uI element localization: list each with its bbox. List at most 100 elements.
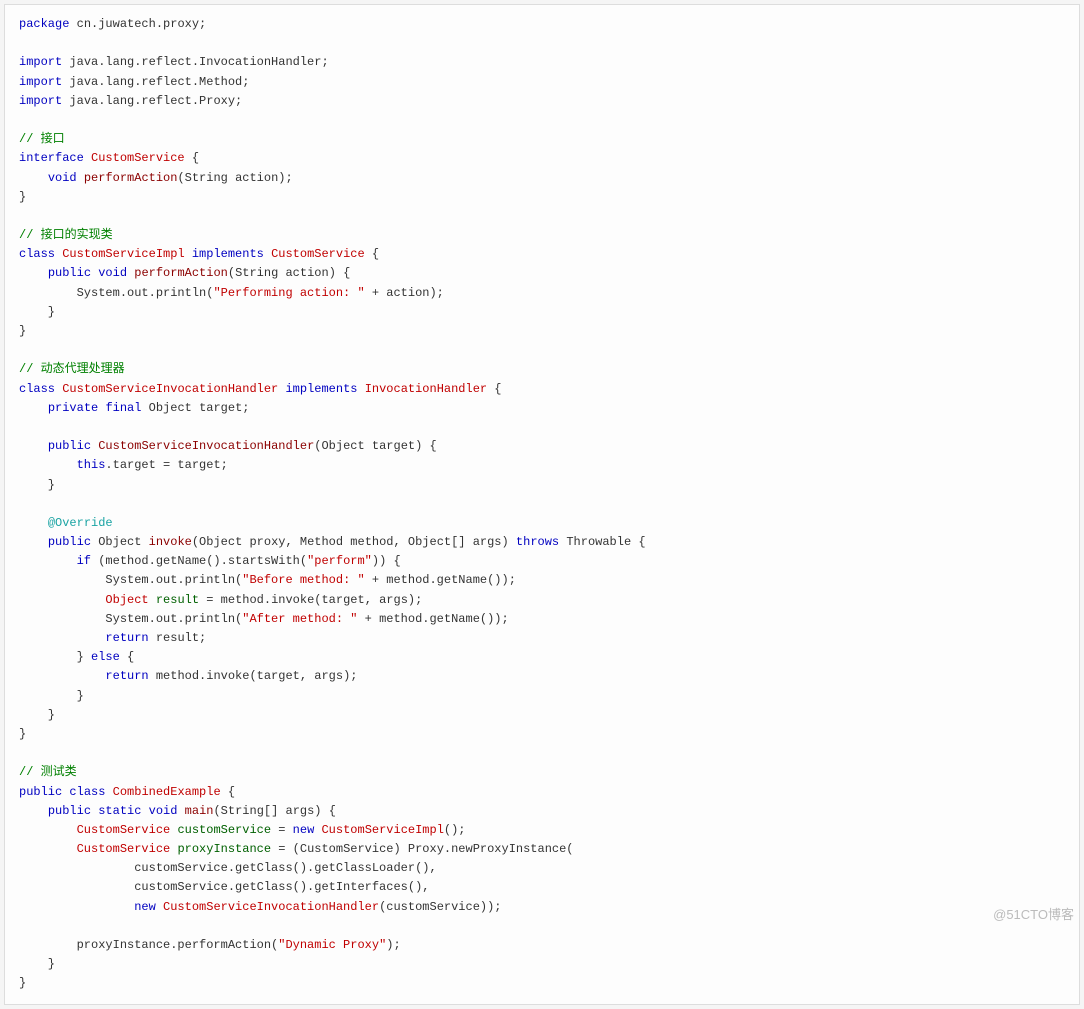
code-token: "perform" <box>307 554 372 568</box>
code-token: result; <box>149 631 207 645</box>
code-token <box>19 266 48 280</box>
code-token: customService <box>177 823 271 837</box>
code-token: else <box>91 650 120 664</box>
code-token: // 接口 <box>19 132 65 146</box>
code-token: public <box>48 535 91 549</box>
code-token: InvocationHandler <box>365 382 487 396</box>
code-token: java.lang.reflect.Proxy; <box>62 94 242 108</box>
code-token: new <box>134 900 156 914</box>
code-token: ); <box>386 938 400 952</box>
code-token <box>19 669 105 683</box>
code-token: CustomServiceInvocationHandler <box>98 439 314 453</box>
code-token: void <box>48 171 77 185</box>
code-token: } <box>19 708 55 722</box>
code-token <box>84 151 91 165</box>
code-token: { <box>365 247 379 261</box>
code-token: method.invoke(target, args); <box>149 669 358 683</box>
code-token <box>19 439 48 453</box>
code-token: } <box>19 324 26 338</box>
code-token <box>19 842 77 856</box>
code-token: CombinedExample <box>113 785 221 799</box>
code-token: CustomServiceImpl <box>321 823 443 837</box>
code-token: customService.getClass().getClassLoader(… <box>19 861 437 875</box>
code-token: @Override <box>48 516 113 530</box>
code-token: result <box>156 593 199 607</box>
code-token: throws <box>516 535 559 549</box>
code-token <box>19 804 48 818</box>
code-token <box>19 593 105 607</box>
code-token: = <box>271 823 293 837</box>
code-token: // 动态代理处理器 <box>19 362 125 376</box>
code-token: import <box>19 55 62 69</box>
code-token: "Performing action: " <box>213 286 364 300</box>
code-token: { <box>221 785 235 799</box>
code-token: customService.getClass().getInterfaces()… <box>19 880 429 894</box>
code-token: (String action); <box>177 171 292 185</box>
code-token: Throwable { <box>559 535 645 549</box>
code-token: public <box>48 266 91 280</box>
code-token: final <box>105 401 141 415</box>
code-token: (String action) { <box>228 266 350 280</box>
code-token: CustomServiceInvocationHandler <box>163 900 379 914</box>
code-token <box>357 382 364 396</box>
code-token: } <box>19 689 84 703</box>
code-token: { <box>185 151 199 165</box>
code-token: if <box>77 554 91 568</box>
code-token <box>19 458 77 472</box>
code-token: "Before method: " <box>242 573 364 587</box>
code-token: (Object target) { <box>314 439 436 453</box>
code-token: CustomServiceInvocationHandler <box>62 382 278 396</box>
code-token: package <box>19 17 69 31</box>
code-token: import <box>19 75 62 89</box>
code-token: void <box>98 266 127 280</box>
code-token: = (CustomService) Proxy.newProxyInstance… <box>271 842 573 856</box>
code-token: } <box>19 976 26 990</box>
code-token: performAction <box>134 266 228 280</box>
code-token: invoke <box>149 535 192 549</box>
code-token: import <box>19 94 62 108</box>
code-token: { <box>487 382 501 396</box>
code-token: this <box>77 458 106 472</box>
code-token: System.out.println( <box>19 612 242 626</box>
code-token <box>185 247 192 261</box>
code-token: + action); <box>365 286 444 300</box>
code-token: + method.getName()); <box>365 573 516 587</box>
code-token: CustomService <box>77 823 171 837</box>
code-token: } <box>19 190 26 204</box>
code-block: package cn.juwatech.proxy; import java.l… <box>4 4 1080 1005</box>
code-token: (Object proxy, Method method, Object[] a… <box>192 535 516 549</box>
code-token: )) { <box>372 554 401 568</box>
code-token <box>19 535 48 549</box>
code-token: public <box>48 439 91 453</box>
code-token <box>19 516 48 530</box>
code-token <box>19 900 134 914</box>
code-token: System.out.println( <box>19 573 242 587</box>
code-token: class <box>19 382 55 396</box>
code-token: implements <box>285 382 357 396</box>
code-token: // 测试类 <box>19 765 77 779</box>
code-token: } <box>19 305 55 319</box>
code-token: (method.getName().startsWith( <box>91 554 307 568</box>
code-token: CustomService <box>271 247 365 261</box>
code-token: return <box>105 631 148 645</box>
code-token: main <box>185 804 214 818</box>
code-token: // 接口的实现类 <box>19 228 113 242</box>
code-token <box>19 171 48 185</box>
code-token: CustomService <box>77 842 171 856</box>
code-token: CustomServiceImpl <box>62 247 184 261</box>
code-token: new <box>293 823 315 837</box>
code-token: } <box>19 957 55 971</box>
code-token: } <box>19 727 26 741</box>
code-token: return <box>105 669 148 683</box>
code-token: java.lang.reflect.Method; <box>62 75 249 89</box>
code-token: } <box>19 650 91 664</box>
code-token <box>105 785 112 799</box>
code-token: Object <box>105 593 148 607</box>
code-token: "Dynamic Proxy" <box>278 938 386 952</box>
code-token: .target = target; <box>105 458 227 472</box>
code-token: proxyInstance.performAction( <box>19 938 278 952</box>
code-token: public <box>48 804 91 818</box>
code-token: static <box>98 804 141 818</box>
code-token: class <box>69 785 105 799</box>
code-token: implements <box>192 247 264 261</box>
